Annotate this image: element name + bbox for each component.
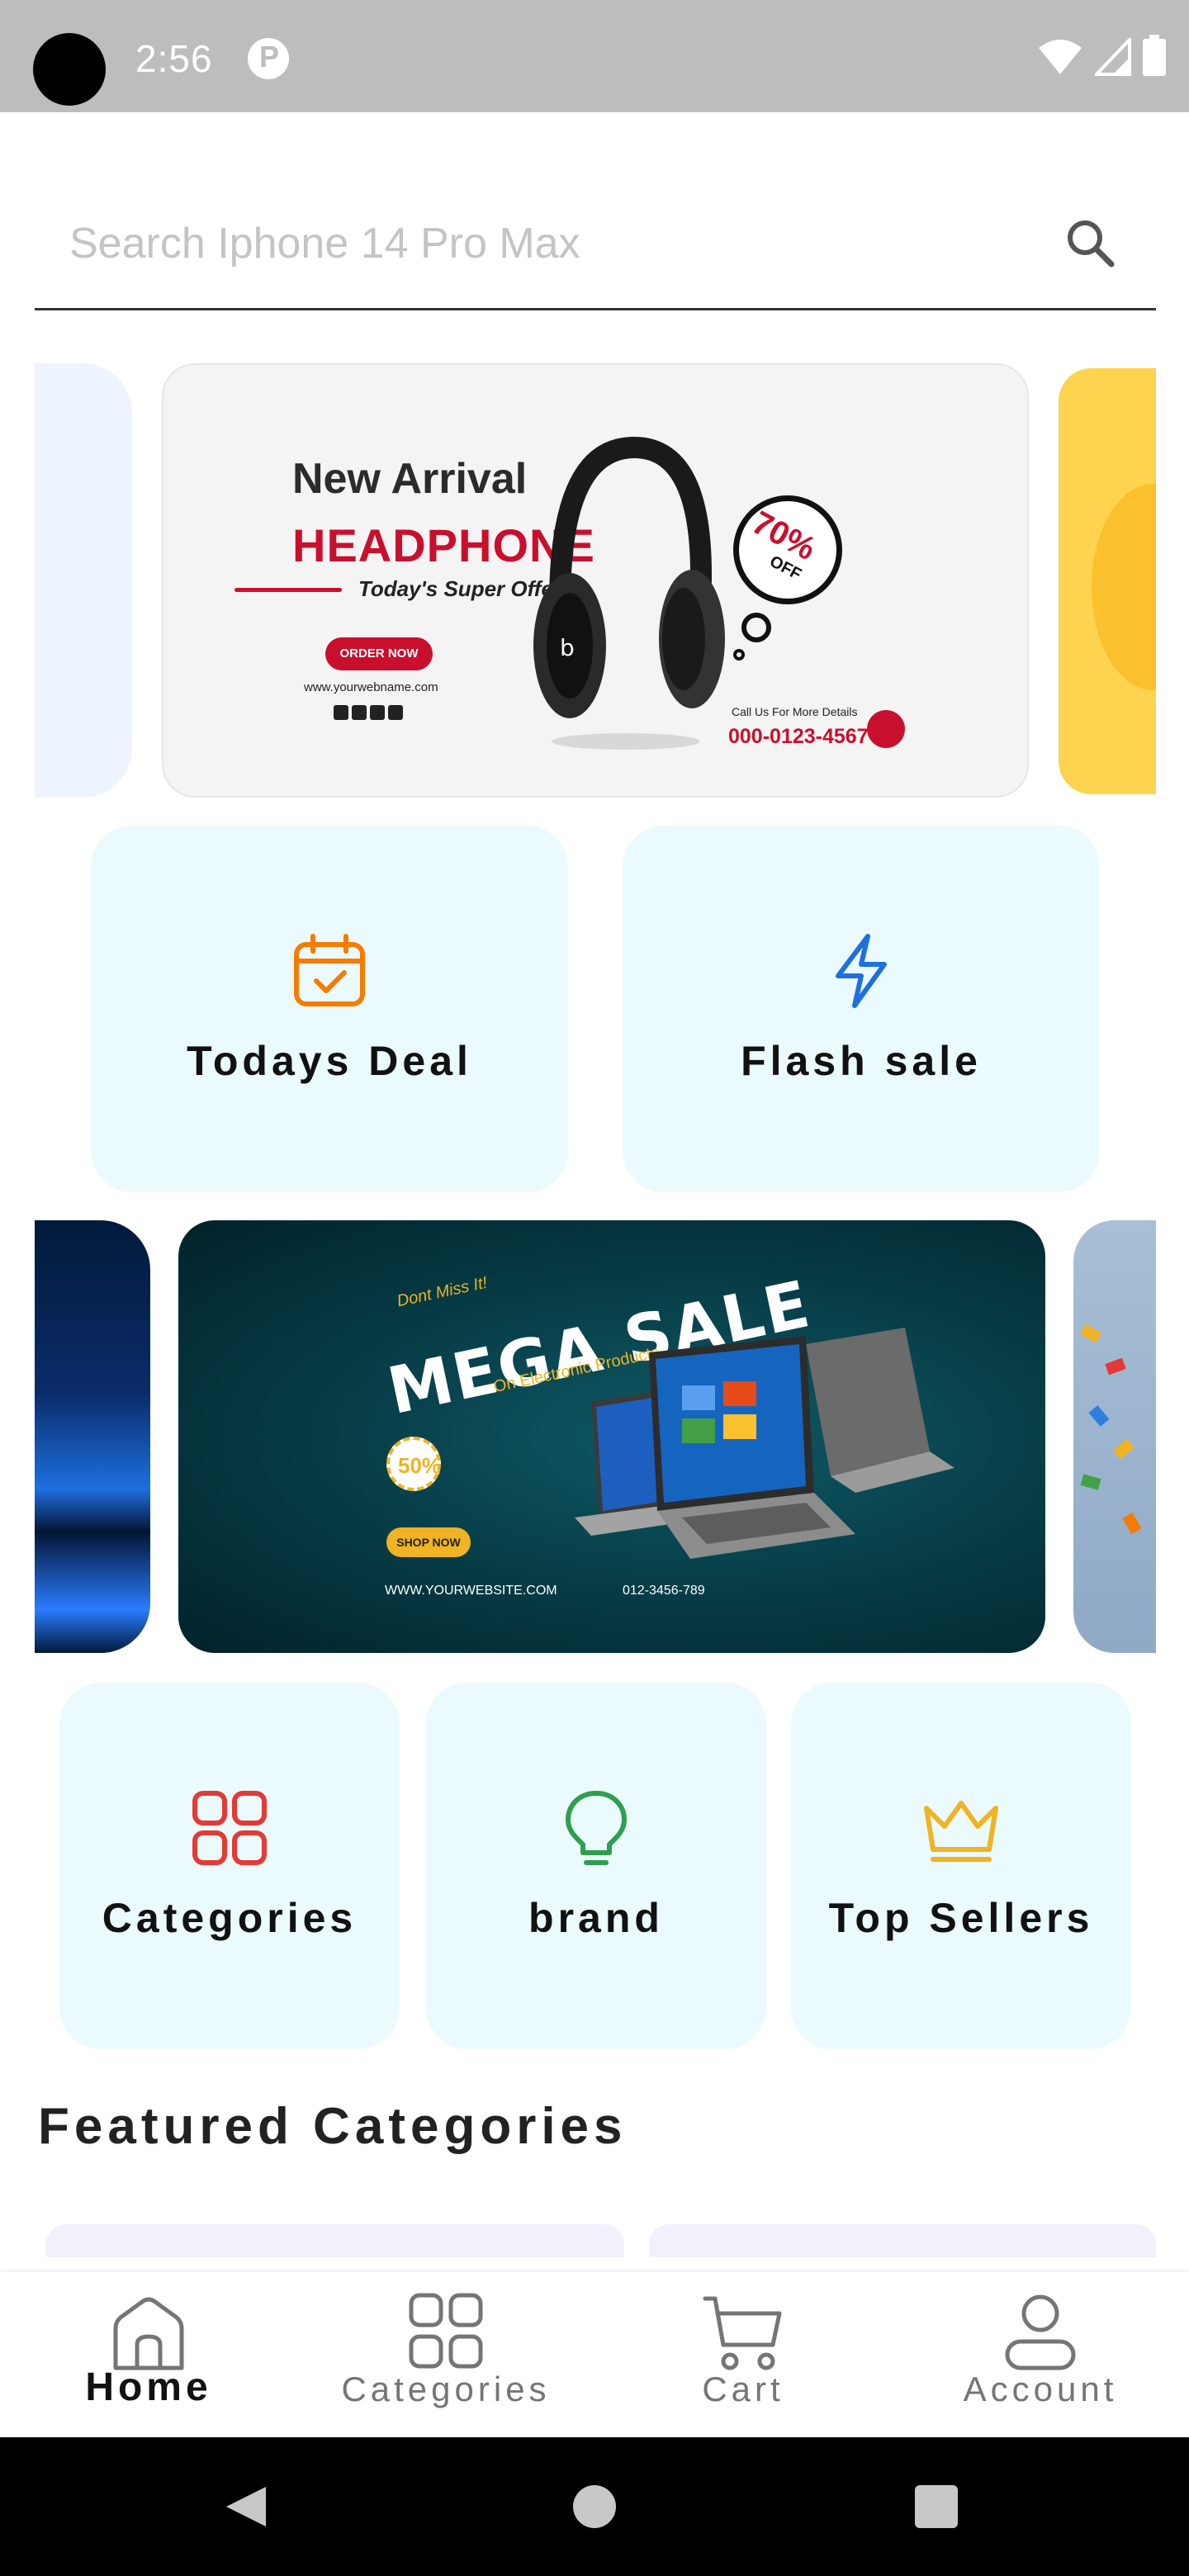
discount-bubble: 70% OFF — [733, 495, 842, 604]
carousel2-mega-sale-banner[interactable]: Dont Miss It! MEGA SALE On Electronic Pr… — [178, 1220, 1045, 1653]
home-circle-icon[interactable] — [573, 2485, 616, 2528]
bubble-dot-small — [733, 649, 745, 661]
carousel1-prev-slide[interactable] — [35, 363, 132, 798]
svg-text:b: b — [560, 634, 575, 661]
search-input[interactable] — [69, 198, 1019, 289]
nav-cart[interactable]: Cart — [594, 2272, 892, 2437]
status-time: 2:56 — [135, 37, 213, 80]
recents-icon[interactable] — [915, 2485, 958, 2528]
banner2-discount-badge: 50% — [386, 1437, 441, 1491]
status-bar: 2:56 P — [0, 0, 1189, 112]
carousel2-next-slide[interactable] — [1073, 1220, 1156, 1653]
shop-now-button: SHOP NOW — [386, 1527, 471, 1557]
battery-icon — [1143, 35, 1166, 76]
todays-deal-card[interactable]: Todays Deal — [91, 826, 568, 1192]
banner-title: New Arrival — [292, 455, 528, 503]
nav-categories-label: Categories — [341, 2370, 551, 2408]
home-icon — [113, 2297, 184, 2370]
top-sellers-card[interactable]: Top Sellers — [791, 1683, 1131, 2049]
categories-label: Categories — [102, 1895, 358, 1941]
nav-categories[interactable]: Categories — [297, 2272, 594, 2437]
featured-category-card[interactable] — [649, 2224, 1156, 2257]
banner2-website: WWW.YOURWEBSITE.COM — [385, 1584, 557, 1598]
bottom-nav: Home Categories Cart Account — [0, 2272, 1189, 2437]
banner2-tagline: Dont Miss It! — [395, 1273, 490, 1311]
todays-deal-label: Todays Deal — [187, 1038, 472, 1084]
nav-home[interactable]: Home — [0, 2272, 297, 2437]
laptops-image — [575, 1328, 955, 1559]
system-nav-bar — [0, 2437, 1189, 2576]
crown-icon — [924, 1801, 998, 1862]
banner-underline — [234, 588, 342, 592]
banner-call-text: Call Us For More Details — [732, 705, 858, 718]
carousel1-next-slide[interactable] — [1059, 368, 1156, 794]
nav-cart-label: Cart — [702, 2370, 784, 2408]
back-icon[interactable] — [223, 2484, 269, 2530]
headphone-image: b — [533, 436, 725, 750]
banner-website: www.yourwebname.com — [304, 680, 438, 694]
user-icon — [1005, 2294, 1076, 2370]
categories-card[interactable]: Categories — [59, 1683, 400, 2049]
brand-label: brand — [528, 1895, 664, 1941]
featured-categories-title: Featured Categories — [38, 2098, 628, 2155]
bubble-dot — [741, 613, 771, 642]
calendar-check-icon — [294, 934, 365, 1006]
nav-account[interactable]: Account — [892, 2272, 1189, 2437]
nav-account-label: Account — [963, 2370, 1118, 2408]
search-icon — [1068, 220, 1115, 268]
wifi-icon — [1039, 40, 1082, 74]
phone-icon — [867, 710, 905, 748]
lightning-icon — [836, 934, 887, 1008]
order-now-button: ORDER NOW — [325, 637, 433, 670]
grid-icon — [192, 1791, 267, 1865]
p-icon: P — [248, 38, 289, 79]
search-button[interactable] — [1059, 211, 1125, 277]
flash-sale-label: Flash sale — [741, 1038, 982, 1084]
lightbulb-icon — [566, 1791, 627, 1865]
carousel1-headphone-banner[interactable]: New Arrival HEADPHONE Today's Super Offe… — [162, 363, 1029, 798]
top-sellers-label: Top Sellers — [828, 1895, 1094, 1941]
search-bar — [35, 173, 1156, 310]
status-icons — [1037, 35, 1166, 76]
signal-icon — [1095, 38, 1131, 76]
grid-icon — [409, 2293, 483, 2369]
brand-card[interactable]: brand — [426, 1683, 766, 2049]
featured-category-card[interactable] — [46, 2224, 624, 2257]
social-icons — [334, 705, 403, 720]
nav-home-label: Home — [85, 2365, 212, 2409]
camera-cutout — [33, 33, 106, 106]
banner-phone: 000-0123-4567 — [728, 725, 869, 748]
carousel2-prev-slide[interactable] — [35, 1220, 150, 1653]
cart-icon — [703, 2296, 782, 2370]
flash-sale-card[interactable]: Flash sale — [623, 826, 1100, 1192]
